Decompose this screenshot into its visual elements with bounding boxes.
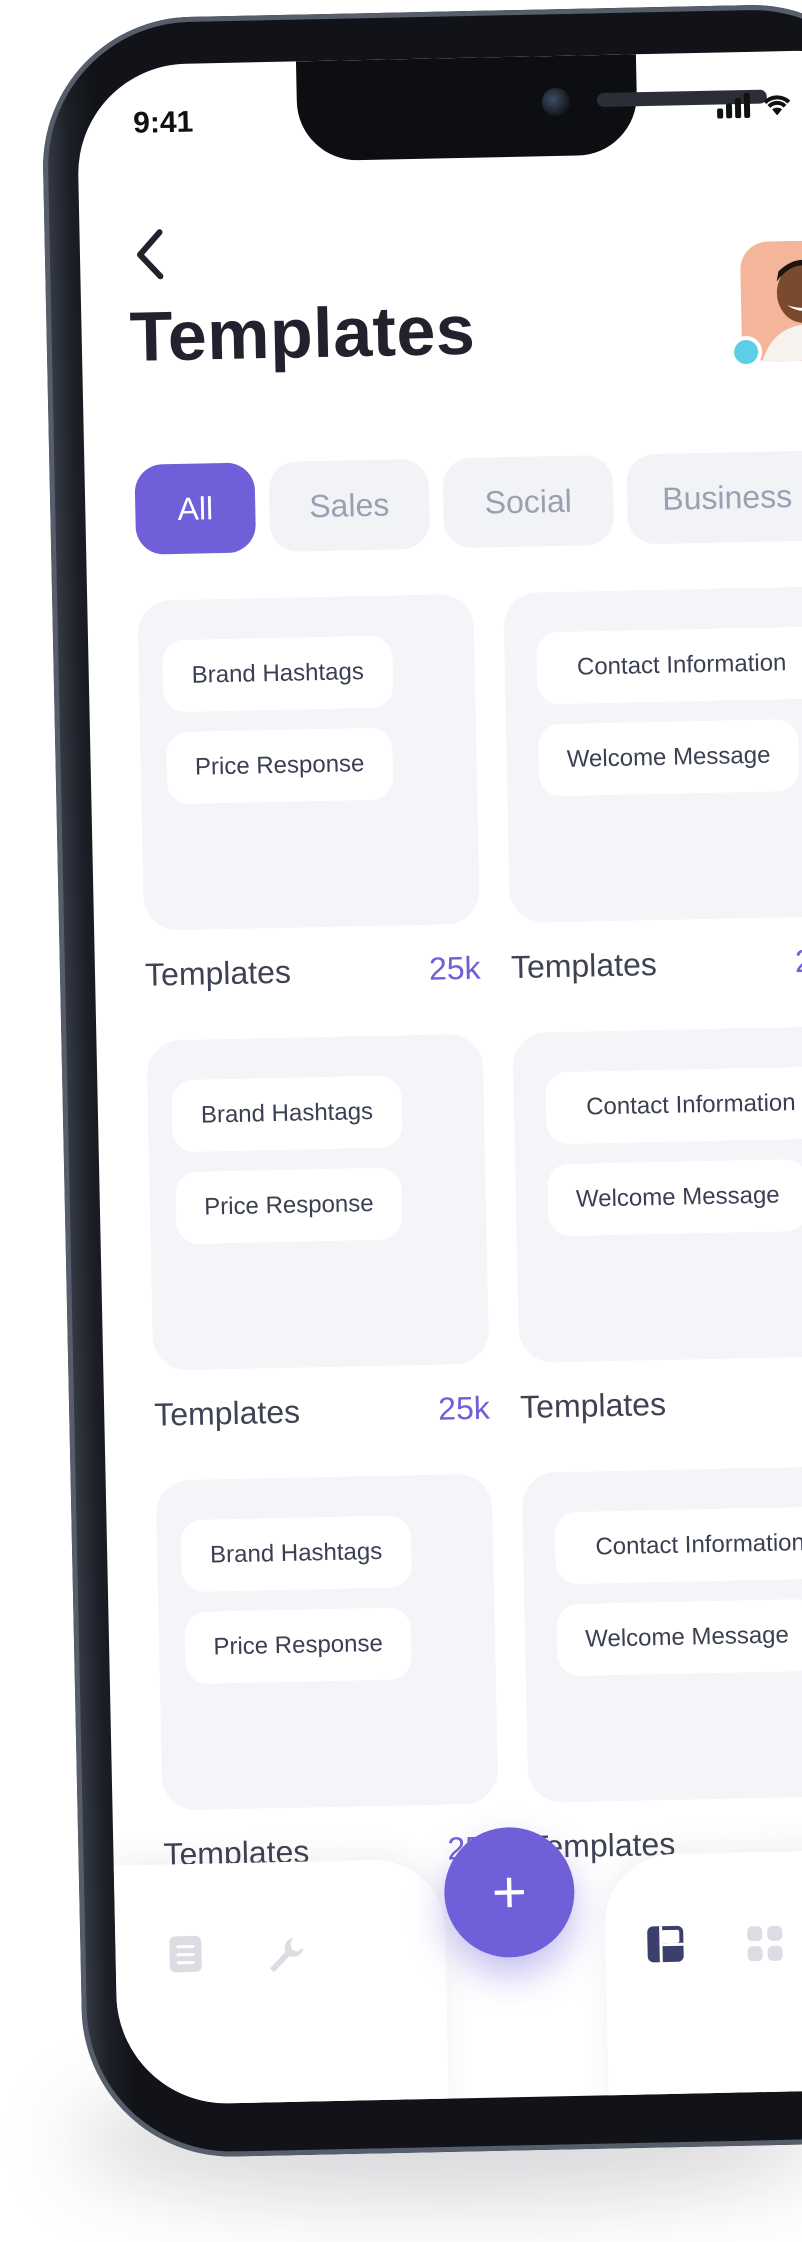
bottom-nav-right — [603, 1847, 802, 2106]
template-card[interactable]: Contact Information Welcome Message — [503, 586, 802, 924]
card-count: 25k — [428, 949, 481, 987]
template-pill[interactable]: Contact Information — [535, 626, 802, 705]
online-status-dot — [729, 335, 763, 369]
filter-chip-social[interactable]: Social — [442, 454, 615, 549]
status-icons — [717, 90, 802, 119]
status-time: 9:41 — [132, 105, 194, 140]
template-card[interactable]: Contact Information Welcome Message — [512, 1026, 802, 1364]
phone-screen: 9:41 Templates All Sales Social Business… — [76, 48, 802, 2106]
filter-chip-all[interactable]: All — [134, 462, 257, 555]
bottom-nav: + — [113, 1818, 802, 2106]
template-pill[interactable]: Contact Information — [545, 1066, 802, 1145]
wrench-icon[interactable] — [265, 1934, 306, 1975]
card-caption: Templates — [519, 1385, 667, 1425]
template-card[interactable]: Contact Information Welcome Message — [521, 1465, 802, 1803]
filter-chip-business[interactable]: Business — [626, 450, 802, 545]
grid-icon[interactable] — [745, 1924, 786, 1965]
filter-chip-sales[interactable]: Sales — [268, 458, 431, 553]
template-row: Brand Hashtags Price Response Templates … — [146, 1025, 802, 1481]
dashboard-icon[interactable] — [645, 1924, 686, 1965]
chevron-left-icon[interactable] — [129, 224, 170, 285]
stage: 9:41 Templates All Sales Social Business… — [0, 0, 802, 2242]
template-pill[interactable]: Brand Hashtags — [162, 635, 394, 713]
template-pill[interactable]: Welcome Message — [537, 719, 800, 797]
camera-icon — [541, 87, 571, 117]
card-caption: Templates — [153, 1393, 301, 1433]
template-grid: Brand Hashtags Price Response Templates … — [137, 585, 802, 1921]
signal-icon — [717, 92, 751, 119]
page-title: Templates — [128, 290, 476, 376]
template-pill[interactable]: Brand Hashtags — [180, 1515, 412, 1593]
template-row: Brand Hashtags Price Response Templates … — [137, 585, 802, 1041]
notch — [295, 54, 767, 162]
template-pill[interactable]: Price Response — [165, 727, 394, 805]
card-count: 25k — [437, 1389, 491, 1427]
card-count: 25k — [794, 942, 802, 980]
template-pill[interactable]: Welcome Message — [556, 1598, 802, 1677]
filter-chips: All Sales Social Business — [134, 450, 802, 555]
template-pill[interactable]: Contact Information — [554, 1506, 802, 1585]
template-pill[interactable]: Welcome Message — [547, 1158, 802, 1237]
template-pill[interactable]: Price Response — [175, 1167, 403, 1245]
template-pill[interactable]: Brand Hashtags — [171, 1075, 403, 1153]
card-caption: Templates — [510, 946, 658, 986]
wifi-icon — [763, 95, 791, 116]
bottom-nav-left — [113, 1858, 450, 2106]
template-card[interactable]: Brand Hashtags Price Response — [137, 593, 481, 931]
template-card[interactable]: Brand Hashtags Price Response — [155, 1473, 499, 1811]
template-card[interactable]: Brand Hashtags Price Response — [146, 1033, 490, 1371]
add-template-button[interactable]: + — [442, 1825, 576, 1959]
card-caption: Templates — [144, 953, 292, 993]
template-pill[interactable]: Price Response — [184, 1607, 412, 1685]
list-icon[interactable] — [165, 1934, 206, 1975]
